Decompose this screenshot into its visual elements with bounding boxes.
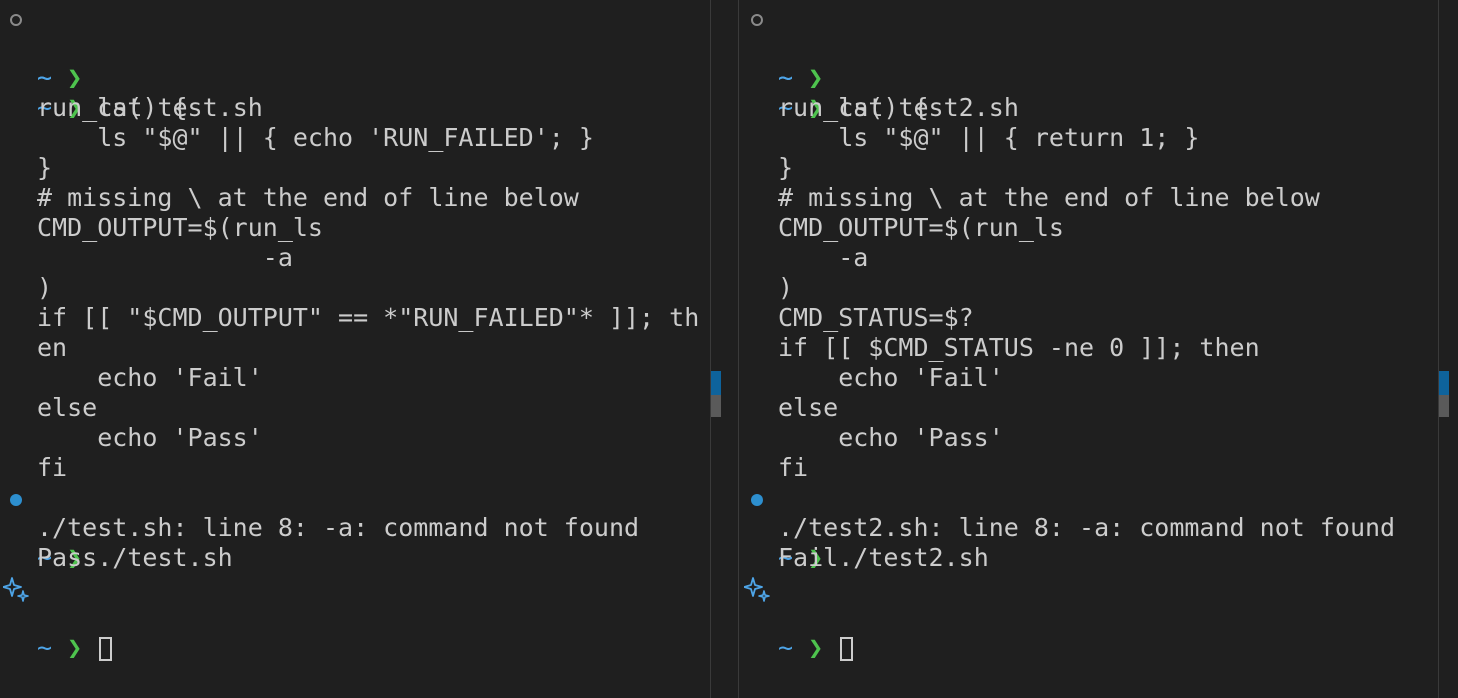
prompt-line: ~ ❯ ./test2.sh [741, 483, 989, 572]
active-prompt-line[interactable]: ~ ❯ [0, 573, 113, 662]
empty-circle-icon [751, 14, 763, 26]
filled-circle-icon [10, 494, 22, 506]
scrollbar-right[interactable] [1439, 0, 1449, 698]
command-text: ./test2.sh [838, 543, 989, 572]
active-prompt-line[interactable]: ~ ❯ [741, 573, 854, 662]
sparkle-icon [744, 577, 770, 602]
terminal-pane-right[interactable]: ~ ❯ ~ ❯ ~ ❯ cat test2.sh run_ls() { ls "… [741, 0, 1438, 698]
scrollbar-left[interactable] [711, 0, 721, 698]
filled-circle-icon [751, 494, 763, 506]
prompt-line: ~ ❯ cat test.sh [37, 93, 263, 122]
prompt-line: ~ ❯ [0, 3, 90, 92]
scrollbar-thumb[interactable] [1439, 395, 1449, 417]
scrollbar-thumb[interactable] [711, 395, 721, 417]
prompt-line: ~ ❯ [778, 63, 824, 92]
pane-divider[interactable] [738, 0, 739, 698]
terminal-pane-left[interactable]: ~ ❯ ~ ❯ ~ ❯ cat test.sh run_ls() { ls "$… [0, 0, 710, 698]
scrollbar-highlight [711, 371, 721, 395]
text-cursor [99, 637, 113, 661]
scrollbar-highlight [1439, 371, 1449, 395]
sparkle-icon [3, 577, 29, 602]
prompt-line: ~ ❯ cat test2.sh [778, 93, 1019, 122]
text-cursor [840, 637, 854, 661]
prompt-line: ~ ❯ [37, 63, 83, 92]
pane-divider [710, 0, 711, 698]
prompt-line: ~ ❯ [741, 3, 831, 92]
terminal-window: ~ ❯ ~ ❯ ~ ❯ cat test.sh run_ls() { ls "$… [0, 0, 1458, 698]
command-text: ./test.sh [97, 543, 233, 572]
empty-circle-icon [10, 14, 22, 26]
prompt-line: ~ ❯ ./test.sh [0, 483, 233, 572]
